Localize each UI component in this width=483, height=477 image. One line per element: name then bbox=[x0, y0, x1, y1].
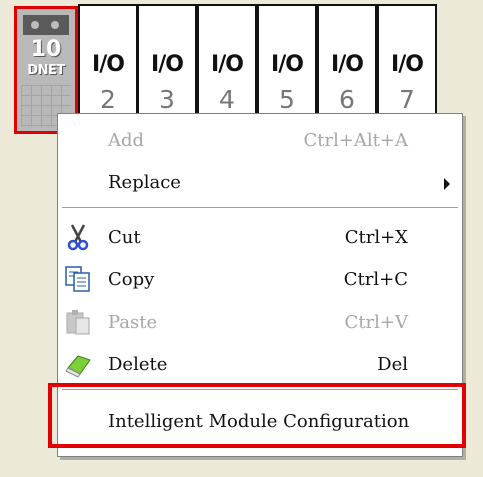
menu-item-shortcut: Ctrl+Alt+A bbox=[303, 130, 408, 151]
menu-item-label: Delete bbox=[108, 354, 168, 375]
menu-item-delete[interactable]: Delete Del bbox=[58, 344, 462, 384]
slot-number: 4 bbox=[219, 85, 235, 114]
menu-item-label: Replace bbox=[108, 172, 181, 193]
menu-item-copy[interactable]: Copy Ctrl+C bbox=[58, 259, 462, 299]
menu-item-label: Add bbox=[108, 130, 145, 151]
copy-icon bbox=[65, 266, 90, 292]
menu-item-shortcut: Ctrl+V bbox=[344, 312, 408, 333]
rack-slot[interactable]: I/O 7 bbox=[377, 4, 437, 130]
menu-item-replace[interactable]: Replace bbox=[58, 162, 462, 202]
slot-type: I/O bbox=[271, 52, 304, 77]
slot-number: 5 bbox=[279, 85, 295, 114]
led-indicator bbox=[31, 21, 39, 29]
rack-slot[interactable]: I/O 2 bbox=[78, 4, 138, 130]
led-indicator bbox=[51, 21, 59, 29]
scissors-icon bbox=[67, 224, 89, 251]
slot-type: I/O bbox=[92, 52, 125, 77]
menu-item-add[interactable]: Add Ctrl+Alt+A bbox=[58, 120, 462, 160]
rack-slot[interactable]: I/O 5 bbox=[257, 4, 317, 130]
menu-item-cut[interactable]: Cut Ctrl+X bbox=[58, 217, 462, 257]
slot-number: 6 bbox=[339, 85, 355, 114]
module-label: DNET bbox=[27, 63, 65, 78]
rack-slot[interactable]: I/O 6 bbox=[317, 4, 377, 130]
menu-item-label: Copy bbox=[108, 269, 155, 290]
menu-item-shortcut: Ctrl+X bbox=[344, 227, 408, 248]
module-led-panel bbox=[23, 15, 69, 35]
menu-item-shortcut: Del bbox=[377, 354, 408, 375]
module-slot-number: 10 bbox=[30, 37, 62, 62]
slot-type: I/O bbox=[391, 52, 424, 77]
slot-type: I/O bbox=[331, 52, 364, 77]
rack-slot[interactable]: I/O 4 bbox=[197, 4, 257, 130]
slot-number: 7 bbox=[399, 85, 415, 114]
slot-type: I/O bbox=[151, 52, 184, 77]
submenu-arrow-icon bbox=[444, 178, 450, 190]
slot-number: 3 bbox=[159, 85, 175, 114]
highlight-box bbox=[48, 383, 466, 448]
slot-type: I/O bbox=[211, 52, 244, 77]
rack-slot[interactable]: I/O 3 bbox=[137, 4, 197, 130]
menu-item-label: Paste bbox=[108, 312, 158, 333]
menu-item-paste[interactable]: Paste Ctrl+V bbox=[58, 302, 462, 342]
slot-number: 2 bbox=[100, 85, 116, 114]
menu-separator bbox=[62, 207, 458, 209]
paste-icon bbox=[66, 310, 90, 335]
eraser-icon bbox=[65, 355, 91, 378]
menu-item-label: Cut bbox=[108, 227, 141, 248]
menu-item-shortcut: Ctrl+C bbox=[343, 269, 408, 290]
